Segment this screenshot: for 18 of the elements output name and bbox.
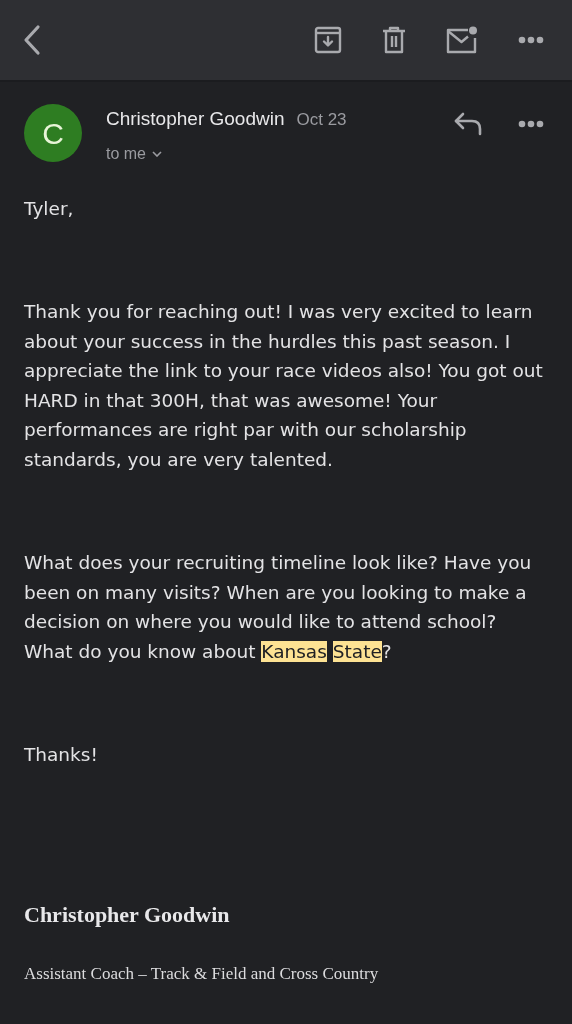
chevron-down-icon xyxy=(152,150,162,157)
signature-name: Christopher Goodwin xyxy=(24,900,231,929)
back-icon[interactable] xyxy=(22,24,42,56)
mail-icon[interactable] xyxy=(446,26,478,54)
trash-icon[interactable] xyxy=(382,26,406,54)
recipient-toggle[interactable]: to me xyxy=(106,141,162,166)
avatar: C xyxy=(24,104,82,162)
email-paragraph: Thanks! xyxy=(24,743,99,767)
archive-icon[interactable] xyxy=(314,26,342,54)
more-icon[interactable] xyxy=(518,36,544,44)
more-icon[interactable] xyxy=(518,120,544,128)
email-date: Oct 23 xyxy=(296,109,347,131)
email-paragraph: Thank you for reaching out! I was very excited to learn about your success in the hurdles this past season. I appreciate the link to your race videos also! You got out HARD in that 300H, that was awesome! Your performances are right par with our scholarship standards, you are very talented. xyxy=(24,300,544,472)
email-paragraph: Tyler, xyxy=(24,196,75,221)
reply-icon[interactable] xyxy=(454,112,482,136)
signature-title: Assistant Coach – Track & Field and Cross Country xyxy=(24,962,380,985)
email-paragraph: What does your recruiting timeline look like? Have you been on many visits? When are you looking to make a decision on where you would like to attend school? What do you know about Kansas State? xyxy=(24,551,533,664)
sender-name: Christopher Goodwin xyxy=(106,107,285,131)
